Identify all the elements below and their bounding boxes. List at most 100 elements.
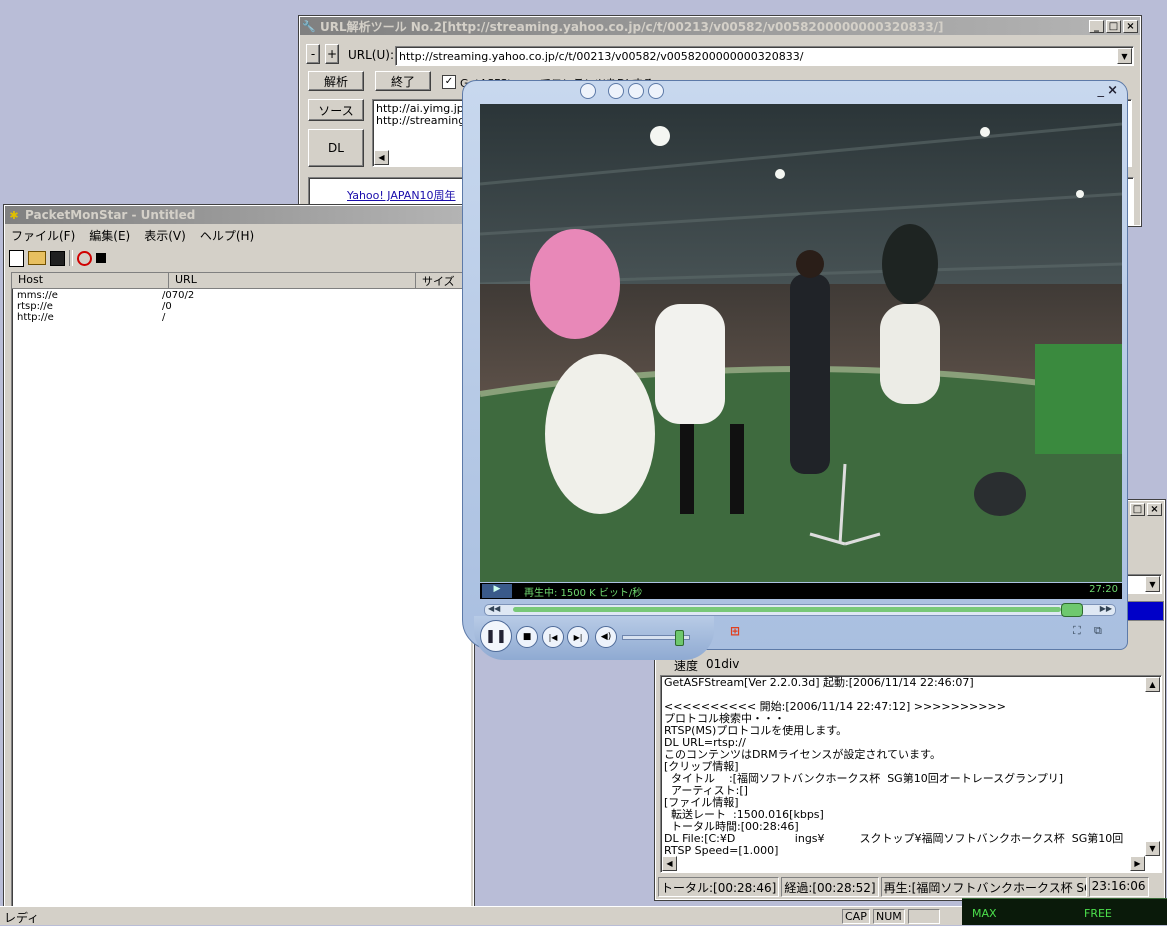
seek-thumb[interactable] <box>1061 603 1083 617</box>
scroll-left-arrow[interactable]: ◀ <box>662 856 677 871</box>
menu-edit[interactable]: 編集(E) <box>89 227 130 243</box>
next-button[interactable]: ▶| <box>567 626 589 648</box>
row-url: /070/2 <box>162 290 195 301</box>
windows-logo-icon: ⊞ <box>730 624 741 638</box>
play-status-text: 再生中: 1500 K ビット/秒 <box>524 588 643 599</box>
packetmonstar-window: ✱ PacketMonStar - Untitled ファイル(F) 編集(E)… <box>3 204 475 925</box>
maximize-button[interactable]: □ <box>1130 503 1145 516</box>
exit-button[interactable]: 終了 <box>375 71 431 91</box>
menu-file[interactable]: ファイル(F) <box>11 227 75 243</box>
meter-free: FREE <box>1084 907 1112 920</box>
player-status-bar: ▶ 再生中: 1500 K ビット/秒 27:20 <box>480 583 1122 599</box>
meter-widget: MAX FREE <box>962 898 1167 925</box>
previous-button[interactable]: |◀ <box>542 626 564 648</box>
playlist-icon[interactable] <box>608 83 624 99</box>
log-area[interactable]: GetASFStream[Ver 2.2.0.3d] 起動:[2006/11/1… <box>660 675 1162 873</box>
url-tool-titlebar[interactable]: 🔧 URL解析ツール No.2[http://streaming.yahoo.c… <box>300 17 1140 35</box>
url-list-line[interactable]: http://streaming. <box>376 114 469 127</box>
status-play: 再生:[福岡ソフトバンクホークス杯 SG第10[ <box>880 877 1087 897</box>
player-minimize-button[interactable]: _ <box>1098 83 1105 98</box>
minimize-button[interactable]: _ <box>1089 19 1104 33</box>
table-row[interactable]: mms://e /070/2 <box>17 290 194 301</box>
scroll-left-arrow[interactable]: ◀ <box>374 150 389 165</box>
table-row[interactable]: http://e / <box>17 312 165 323</box>
ready-status: レディ <box>4 911 40 925</box>
getasf-combobox[interactable]: ▼ <box>1126 574 1162 594</box>
row-url: / <box>162 312 166 323</box>
url-value: http://streaming.yahoo.co.jp/c/t/00213/v… <box>399 50 804 63</box>
scroll-down-arrow[interactable]: ▼ <box>1145 841 1160 856</box>
packetmonstar-title: PacketMonStar - Untitled <box>25 208 196 222</box>
volume-thumb[interactable] <box>675 630 684 646</box>
yahoo-link[interactable]: Yahoo! JAPAN10周年 <box>347 187 456 203</box>
scroll-up-arrow[interactable]: ▲ <box>1145 677 1160 692</box>
url-combobox[interactable]: http://streaming.yahoo.co.jp/c/t/00213/v… <box>395 46 1134 66</box>
maximize-button[interactable]: □ <box>1106 19 1121 33</box>
empty-indicator <box>908 909 940 924</box>
log-line: RTSP Speed=[1.000] <box>664 844 779 857</box>
packetmonstar-titlebar[interactable]: ✱ PacketMonStar - Untitled <box>5 206 473 224</box>
stop-button[interactable]: ■ <box>516 626 538 648</box>
toolbar-separator <box>69 250 73 266</box>
volume-slider[interactable] <box>622 630 690 646</box>
row-host: http://e <box>17 312 54 323</box>
seek-bar[interactable]: ◀◀ ▶▶ <box>484 603 1116 617</box>
save-icon[interactable] <box>50 250 65 266</box>
switch-mode-icon[interactable]: ⧉ <box>1094 624 1102 638</box>
row-url: /0 <box>162 301 172 312</box>
list-header: Host URL サイズ <box>12 273 470 289</box>
column-header-host[interactable]: Host <box>12 273 169 289</box>
rewind-icon[interactable]: ◀◀ <box>488 604 500 613</box>
log-lines: GetASFStream[Ver 2.2.0.3d] 起動:[2006/11/1… <box>664 677 1144 857</box>
scroll-right-arrow[interactable]: ▶ <box>1130 856 1145 871</box>
analyze-button[interactable]: 解析 <box>308 71 364 91</box>
row-host: rtsp://e <box>17 301 53 312</box>
meter-max: MAX <box>972 907 997 920</box>
close-button[interactable]: × <box>1123 19 1138 33</box>
progress-bar <box>1126 601 1164 621</box>
plus-button[interactable]: + <box>325 44 339 64</box>
url-label: URL(U): <box>348 48 394 62</box>
minus-button[interactable]: - <box>306 44 320 64</box>
cap-indicator: CAP <box>842 909 870 924</box>
dl-checkbox[interactable]: ✓ <box>442 75 456 89</box>
num-indicator: NUM <box>873 909 905 924</box>
media-player-window: _ × ▶ 再生中: 1500 K ビット/秒 27:20 ◀◀ ▶▶ ❚❚ ■… <box>462 80 1130 660</box>
fullscreen-icon[interactable]: ⛶ <box>1073 624 1081 638</box>
status-clock: 23:16:06 <box>1088 877 1149 897</box>
row-host: mms://e <box>17 290 58 301</box>
menu-help[interactable]: ヘルプ(H) <box>200 227 254 243</box>
app-icon: 🔧 <box>302 19 316 33</box>
mute-icon[interactable]: ◀) <box>595 626 617 648</box>
close-button[interactable]: × <box>1147 503 1162 516</box>
play-status-icon: ▶ <box>482 584 512 598</box>
player-close-button[interactable]: × <box>1107 83 1118 98</box>
fast-forward-icon[interactable]: ▶▶ <box>1100 604 1112 613</box>
visualization-icon[interactable] <box>628 83 644 99</box>
chevron-down-icon[interactable]: ▼ <box>1117 48 1132 64</box>
column-header-url[interactable]: URL <box>169 273 416 289</box>
open-folder-icon[interactable] <box>28 251 46 265</box>
star-icon: ✱ <box>9 208 19 222</box>
record-icon[interactable] <box>77 250 92 266</box>
menu-view[interactable]: 表示(V) <box>144 227 186 243</box>
video-display[interactable] <box>480 104 1122 582</box>
seek-fill <box>513 607 1061 612</box>
packet-list[interactable]: Host URL サイズ mms://e /070/2 rtsp://e /0 … <box>11 272 471 920</box>
status-elapsed: 経過:[00:28:52] <box>781 877 879 897</box>
dl-button[interactable]: DL <box>308 129 364 167</box>
log-line: GetASFStream[Ver 2.2.0.3d] 起動:[2006/11/1… <box>664 676 974 689</box>
menu-bar: ファイル(F) 編集(E) 表示(V) ヘルプ(H) <box>5 224 473 244</box>
now-playing-icon[interactable] <box>580 83 596 99</box>
player-top-buttons <box>580 83 664 99</box>
toolbar <box>9 248 106 268</box>
new-file-icon[interactable] <box>9 249 24 267</box>
source-button[interactable]: ソース <box>308 99 364 121</box>
equalizer-icon[interactable] <box>648 83 664 99</box>
pause-button[interactable]: ❚❚ <box>480 620 512 652</box>
table-row[interactable]: rtsp://e /0 <box>17 301 172 312</box>
status-total: トータル:[00:28:46] <box>658 877 780 897</box>
stop-icon[interactable] <box>96 253 106 263</box>
chevron-down-icon[interactable]: ▼ <box>1145 576 1160 592</box>
play-time: 27:20 <box>1089 584 1118 595</box>
